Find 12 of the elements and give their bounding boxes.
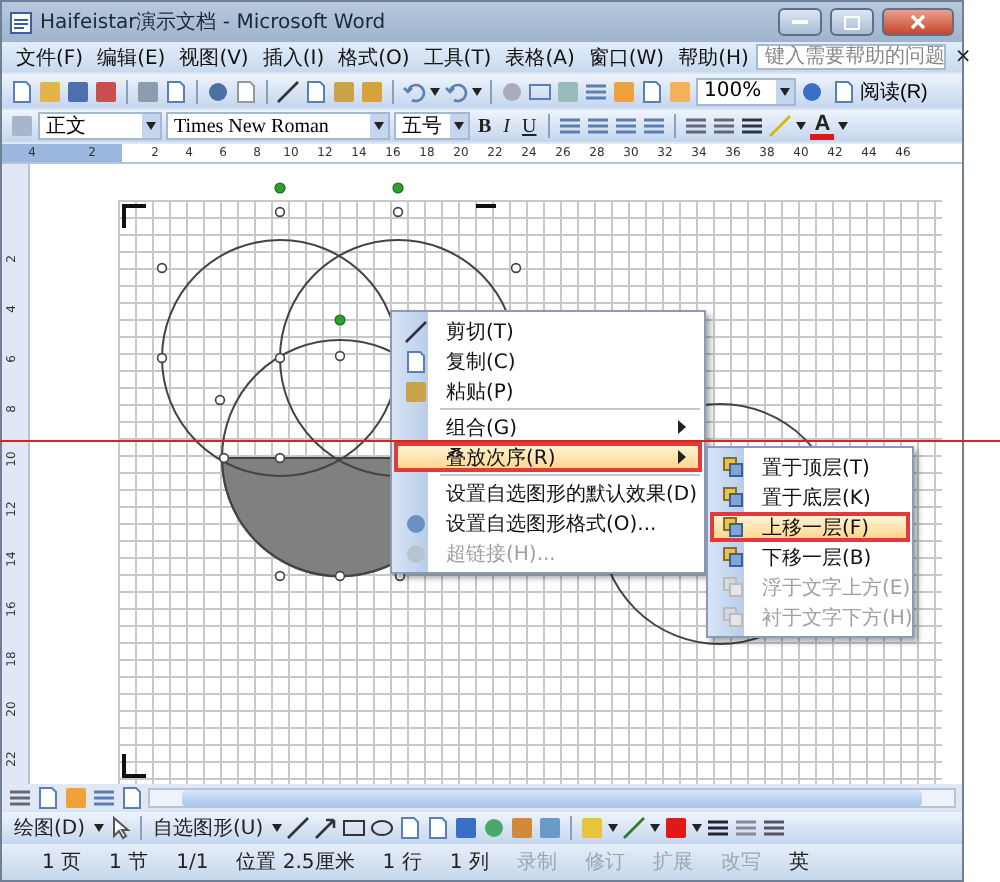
window-title: Haifeistar演示文档 - Microsoft Word [40, 9, 388, 36]
status-item: 位置 2.5厘米 [236, 849, 355, 876]
status-item: 修订 [584, 850, 625, 876]
status-item: 扩展 [652, 849, 693, 876]
status-item: 英 [788, 849, 809, 876]
status-item: 录制 [516, 849, 557, 876]
status-item: 1 列 [449, 850, 489, 876]
status-item: 1 行 [382, 850, 422, 876]
status-item: 1 节 [109, 849, 149, 876]
status-item: 1/1 [176, 851, 209, 873]
status-item: 改写 [720, 850, 761, 876]
status-item: 1 页 [42, 850, 82, 876]
